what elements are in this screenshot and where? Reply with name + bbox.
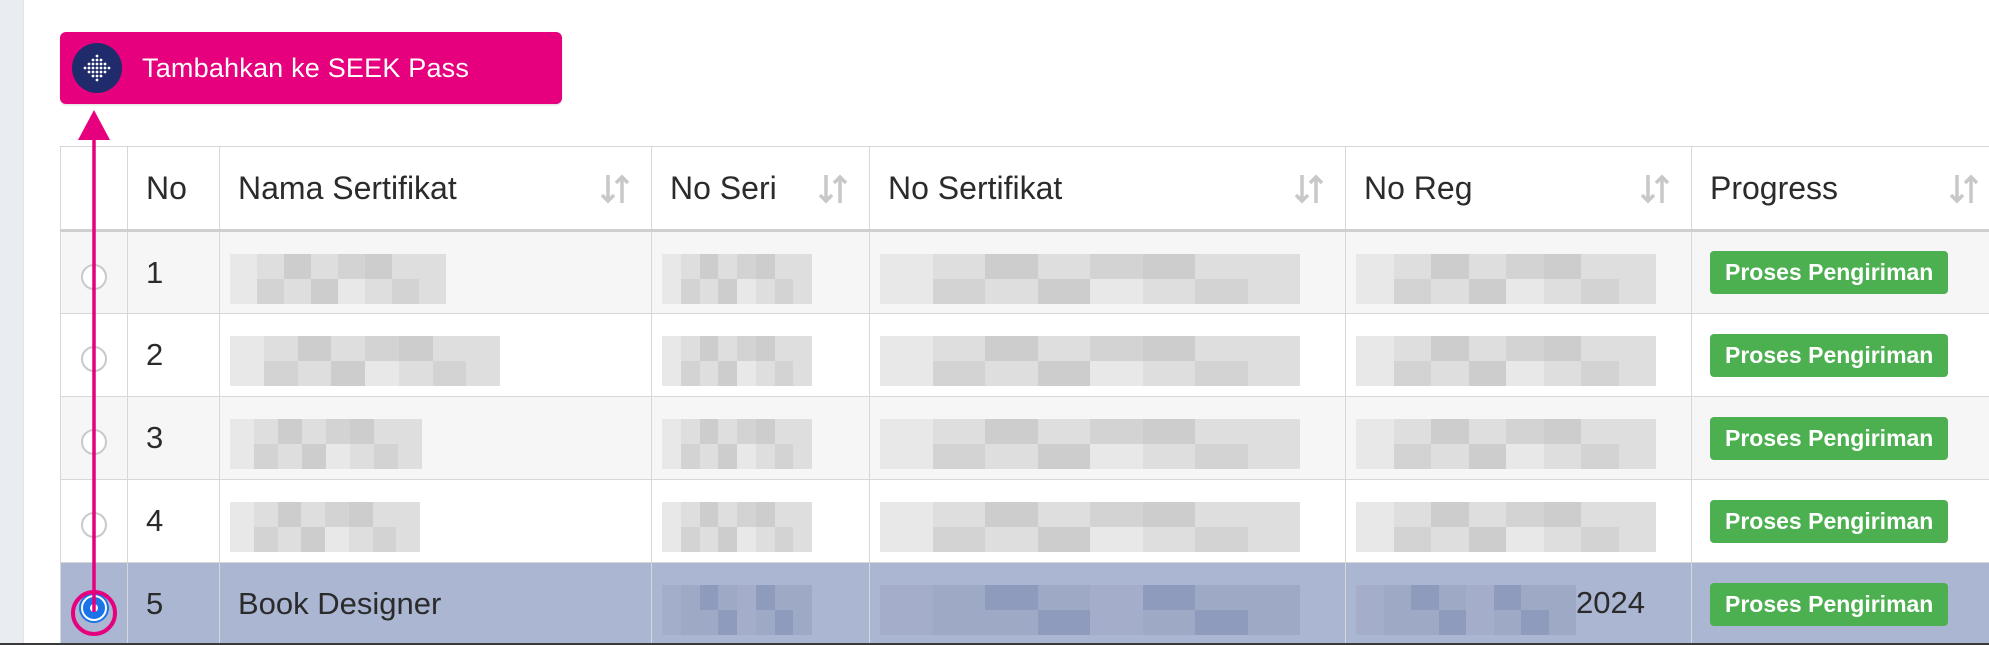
cell-no-reg-redacted bbox=[1345, 230, 1692, 314]
sort-icon[interactable] bbox=[815, 171, 851, 207]
sort-icon[interactable] bbox=[1291, 171, 1327, 207]
header-nama-sertifikat[interactable]: Nama Sertifikat bbox=[219, 146, 652, 232]
left-rail bbox=[0, 0, 24, 645]
redacted-text bbox=[230, 336, 500, 386]
row-select-cell[interactable] bbox=[60, 396, 128, 480]
sort-icon[interactable] bbox=[1637, 171, 1673, 207]
table-row[interactable]: 4 Proses Pengiriman bbox=[60, 479, 1989, 563]
table-row[interactable]: 1 Proses Pengiriman bbox=[60, 230, 1989, 314]
cell-no-sertifikat-redacted bbox=[869, 313, 1346, 397]
redacted-text bbox=[880, 419, 1300, 469]
header-progress[interactable]: Progress bbox=[1691, 146, 1989, 232]
header-no[interactable]: No bbox=[127, 146, 220, 232]
redacted-text bbox=[662, 585, 812, 635]
cell-no-seri-redacted bbox=[651, 313, 870, 397]
redacted-text bbox=[230, 502, 420, 552]
status-badge[interactable]: Proses Pengiriman bbox=[1710, 582, 1949, 626]
status-badge[interactable]: Proses Pengiriman bbox=[1710, 251, 1949, 294]
cell-no-reg-redacted bbox=[1345, 479, 1692, 563]
status-badge[interactable]: Proses Pengiriman bbox=[1710, 333, 1949, 377]
cell-no-sertifikat-redacted bbox=[869, 562, 1346, 645]
row-radio[interactable] bbox=[81, 263, 107, 290]
row-radio[interactable] bbox=[81, 512, 107, 538]
cell-no-sertifikat-redacted bbox=[869, 396, 1346, 480]
header-no-seri-label: No Seri bbox=[670, 169, 777, 206]
cell-nama-redacted bbox=[219, 479, 652, 563]
cell-no-sertifikat-redacted bbox=[869, 230, 1346, 314]
cell-no-seri-redacted bbox=[651, 479, 870, 563]
cell-no: 5 bbox=[127, 562, 220, 645]
redacted-text bbox=[662, 419, 812, 469]
cell-nama-redacted bbox=[219, 313, 652, 397]
cell-no-seri-redacted bbox=[651, 396, 870, 480]
cell-no-reg-redacted bbox=[1345, 396, 1692, 480]
redacted-text bbox=[230, 254, 446, 304]
redacted-text bbox=[1356, 502, 1656, 552]
redacted-text bbox=[662, 254, 812, 304]
cell-no: 2 bbox=[127, 313, 220, 397]
redacted-text bbox=[880, 254, 1300, 304]
header-nama-sertifikat-label: Nama Sertifikat bbox=[238, 169, 457, 206]
cell-no-seri-redacted bbox=[651, 230, 870, 314]
no-reg-suffix: 2024 bbox=[1576, 585, 1645, 620]
row-radio-checked[interactable] bbox=[81, 595, 107, 621]
redacted-text bbox=[230, 419, 422, 469]
row-select-cell[interactable] bbox=[60, 479, 128, 563]
cell-no-seri-redacted bbox=[651, 562, 870, 645]
cell-no: 1 bbox=[127, 230, 220, 314]
cell-progress: Proses Pengiriman bbox=[1691, 230, 1989, 314]
status-badge[interactable]: Proses Pengiriman bbox=[1710, 416, 1949, 460]
redacted-text bbox=[662, 502, 812, 552]
redacted-text bbox=[662, 336, 812, 386]
redacted-text bbox=[880, 585, 1300, 635]
redacted-text bbox=[1356, 419, 1656, 469]
header-progress-label: Progress bbox=[1710, 169, 1839, 206]
row-radio[interactable] bbox=[81, 346, 107, 372]
redacted-text bbox=[1356, 254, 1656, 304]
header-no-sertifikat-label: No Sertifikat bbox=[888, 169, 1063, 206]
cell-no: 4 bbox=[127, 479, 220, 563]
cell-no: 3 bbox=[127, 396, 220, 480]
header-no-reg[interactable]: No Reg bbox=[1345, 146, 1692, 232]
header-select bbox=[60, 146, 128, 232]
header-no-reg-label: No Reg bbox=[1364, 169, 1473, 206]
cell-nama: Book Designer bbox=[219, 562, 652, 645]
table-row-selected[interactable]: 5 Book Designer 2024 Proses Pengiriman bbox=[60, 562, 1989, 645]
header-no-sertifikat[interactable]: No Sertifikat bbox=[869, 146, 1346, 232]
add-to-seek-pass-button[interactable]: Tambahkan ke SEEK Pass bbox=[60, 32, 562, 104]
cell-progress: Proses Pengiriman bbox=[1691, 562, 1989, 645]
cell-no-reg-redacted bbox=[1345, 313, 1692, 397]
cell-no-sertifikat-redacted bbox=[869, 479, 1346, 563]
sort-icon[interactable] bbox=[1946, 171, 1982, 207]
cell-progress: Proses Pengiriman bbox=[1691, 396, 1989, 480]
cell-no-reg: 2024 bbox=[1345, 562, 1692, 645]
redacted-text bbox=[880, 336, 1300, 386]
cell-progress: Proses Pengiriman bbox=[1691, 479, 1989, 563]
sort-icon[interactable] bbox=[597, 171, 633, 207]
seek-logo-icon bbox=[72, 43, 122, 93]
cell-nama-redacted bbox=[219, 396, 652, 480]
row-radio[interactable] bbox=[81, 429, 107, 455]
header-no-seri[interactable]: No Seri bbox=[651, 146, 870, 232]
header-no-label: No bbox=[146, 169, 187, 206]
status-badge[interactable]: Proses Pengiriman bbox=[1710, 499, 1949, 543]
redacted-text bbox=[1356, 585, 1576, 635]
add-to-seek-pass-label: Tambahkan ke SEEK Pass bbox=[142, 52, 470, 83]
row-select-cell[interactable] bbox=[60, 562, 128, 645]
table-header-row: No Nama Sertifikat No Seri No Sertifikat… bbox=[60, 146, 1989, 232]
redacted-text bbox=[880, 502, 1300, 552]
table-row[interactable]: 2 Proses Pengiriman bbox=[60, 313, 1989, 397]
table-row[interactable]: 3 Proses Pengiriman bbox=[60, 396, 1989, 480]
row-select-cell[interactable] bbox=[60, 313, 128, 397]
cell-nama-redacted bbox=[219, 230, 652, 314]
redacted-text bbox=[1356, 336, 1656, 386]
certificate-table: No Nama Sertifikat No Seri No Sertifikat… bbox=[60, 146, 1989, 645]
row-select-cell[interactable] bbox=[60, 230, 128, 314]
cell-progress: Proses Pengiriman bbox=[1691, 313, 1989, 397]
